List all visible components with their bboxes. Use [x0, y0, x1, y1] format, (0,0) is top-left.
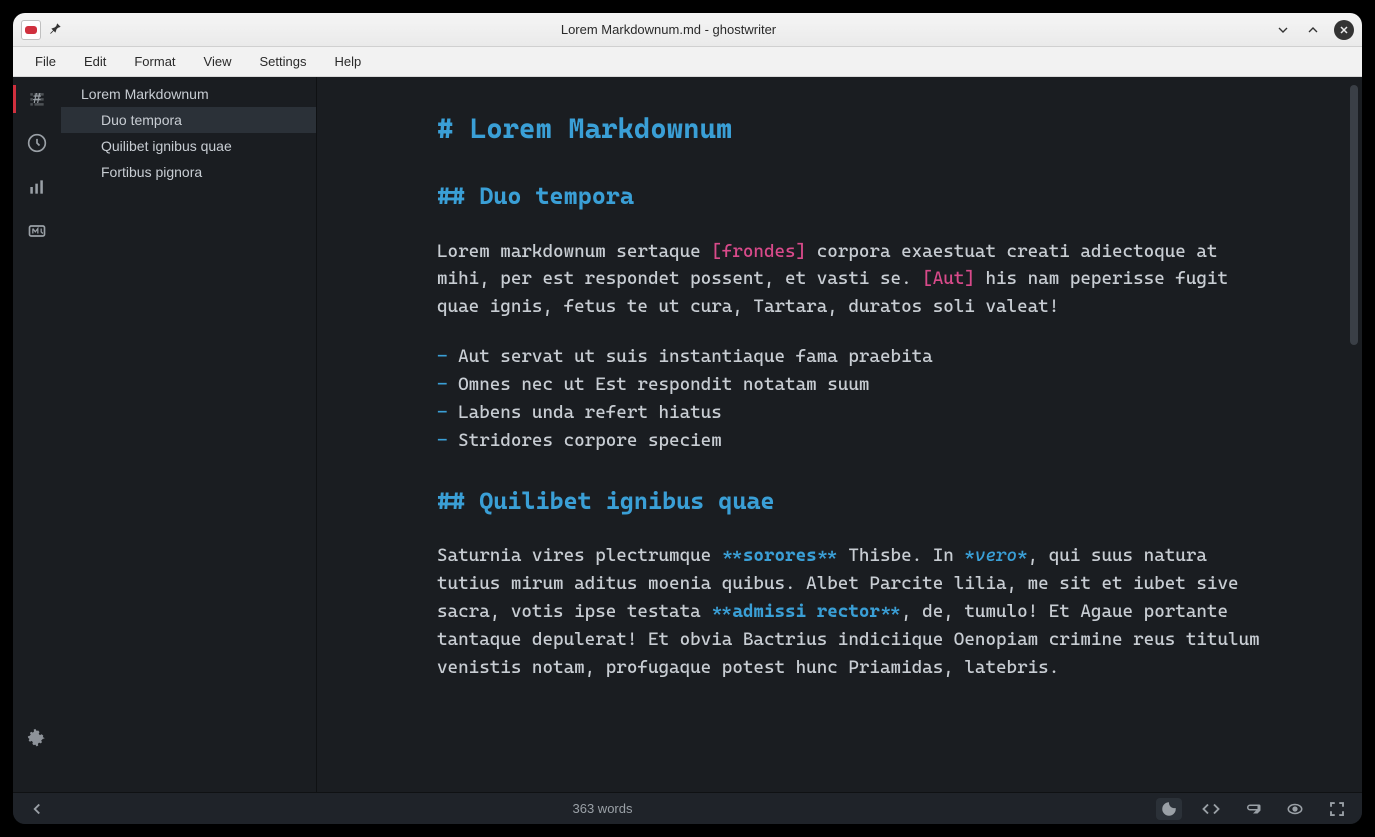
- fullscreen-icon[interactable]: [1324, 798, 1350, 820]
- menu-format[interactable]: Format: [120, 50, 189, 73]
- paragraph[interactable]: Saturnia vires plectrumque **sorores** T…: [437, 542, 1272, 681]
- cheatsheet-icon[interactable]: [23, 217, 51, 245]
- session-stats-icon[interactable]: [23, 129, 51, 157]
- outline-item[interactable]: Quilibet ignibus quae: [61, 133, 316, 159]
- outline-item[interactable]: Fortibus pignora: [61, 159, 316, 185]
- paragraph[interactable]: Lorem markdownum sertaque [frondes] corp…: [437, 238, 1272, 322]
- outline-icon[interactable]: #: [23, 85, 51, 113]
- hemingway-icon[interactable]: [1240, 798, 1266, 820]
- document-stats-icon[interactable]: [23, 173, 51, 201]
- focus-mode-icon[interactable]: [1282, 798, 1308, 820]
- menubar: File Edit Format View Settings Help: [13, 47, 1362, 77]
- bullet-list[interactable]: - Aut servat ut suis instantiaque fama p…: [437, 343, 1272, 455]
- sidebar-iconbar: #: [13, 77, 61, 792]
- maximize-button[interactable]: [1304, 21, 1322, 39]
- markdown-link: [frondes]: [711, 241, 806, 262]
- menu-view[interactable]: View: [190, 50, 246, 73]
- back-icon[interactable]: [25, 798, 49, 820]
- heading-2[interactable]: ## Quilibet ignibus quae: [437, 483, 1272, 520]
- menu-help[interactable]: Help: [320, 50, 375, 73]
- app-icon: [21, 20, 41, 40]
- outline-item[interactable]: Lorem Markdownum: [61, 81, 316, 107]
- svg-text:#: #: [33, 90, 42, 107]
- menu-file[interactable]: File: [21, 50, 70, 73]
- close-button[interactable]: [1334, 20, 1354, 40]
- heading-1[interactable]: # Lorem Markdownum: [437, 107, 1272, 150]
- menu-settings[interactable]: Settings: [245, 50, 320, 73]
- heading-2[interactable]: ## Duo tempora: [437, 178, 1272, 215]
- editor-area[interactable]: # Lorem Markdownum ## Duo tempora Lorem …: [317, 77, 1362, 792]
- html-preview-icon[interactable]: [1198, 798, 1224, 820]
- outline-panel: Lorem Markdownum Duo tempora Quilibet ig…: [61, 77, 317, 792]
- outline-item[interactable]: Duo tempora: [61, 107, 316, 133]
- markdown-link: [Aut]: [922, 268, 975, 289]
- window-title: Lorem Markdownum.md - ghostwriter: [63, 22, 1274, 37]
- scrollbar[interactable]: [1350, 85, 1358, 345]
- titlebar[interactable]: Lorem Markdownum.md - ghostwriter: [13, 13, 1362, 47]
- pin-icon[interactable]: [49, 21, 63, 38]
- menu-edit[interactable]: Edit: [70, 50, 120, 73]
- settings-icon[interactable]: [23, 724, 51, 752]
- dark-mode-icon[interactable]: [1156, 798, 1182, 820]
- statusbar: 363 words: [13, 792, 1362, 824]
- minimize-button[interactable]: [1274, 21, 1292, 39]
- word-count: 363 words: [49, 801, 1156, 816]
